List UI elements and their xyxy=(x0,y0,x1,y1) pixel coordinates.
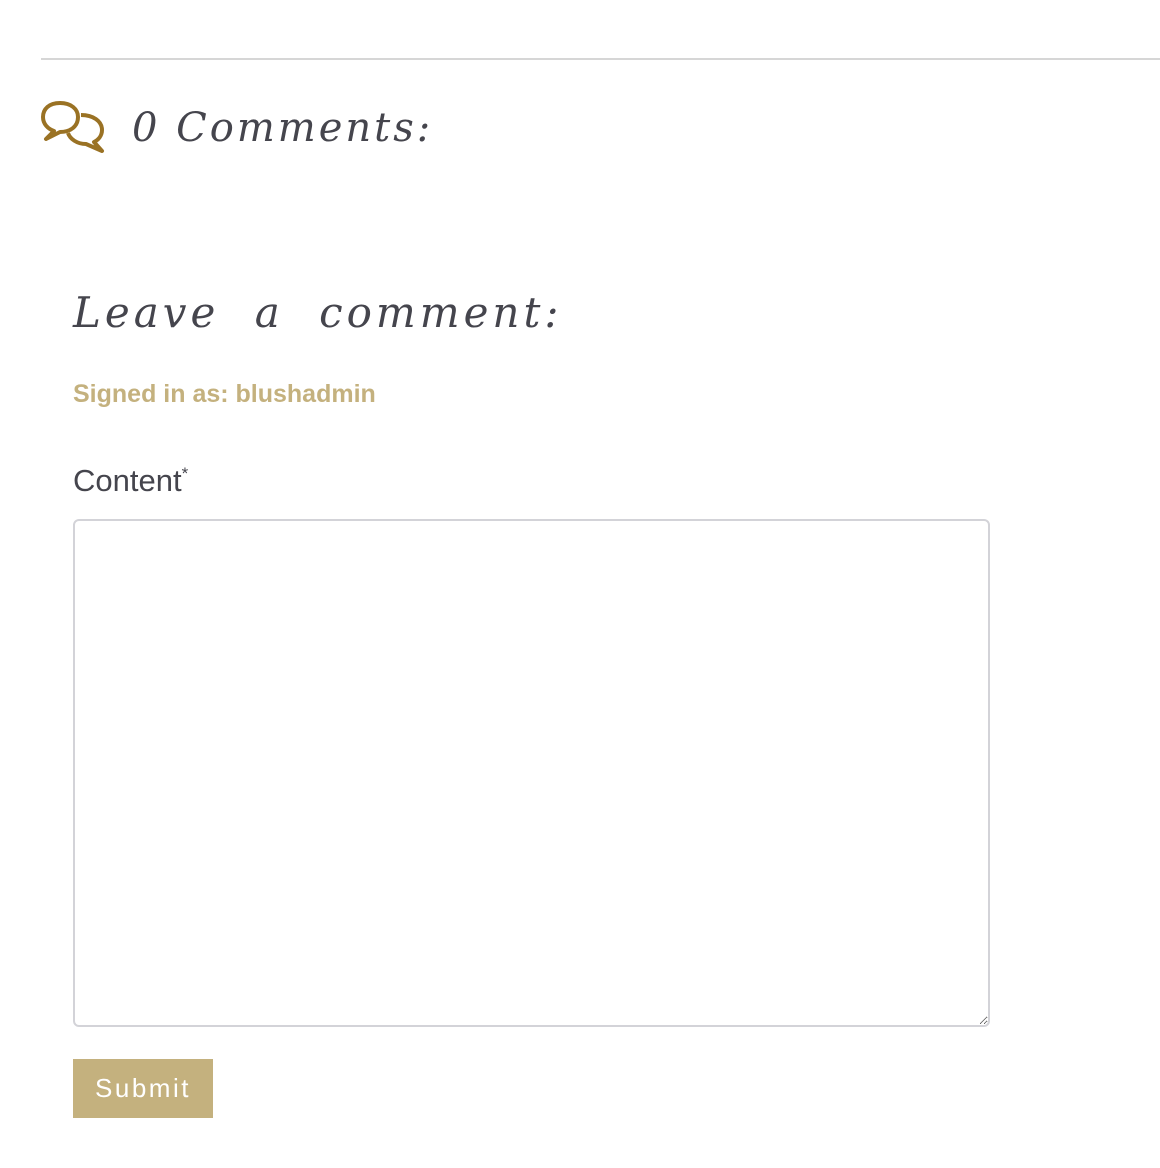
required-marker: * xyxy=(181,464,189,483)
signed-in-status: Signed in as: blushadmin xyxy=(73,380,376,408)
submit-button[interactable]: Submit xyxy=(73,1059,213,1118)
leave-comment-title: Leave a comment: xyxy=(73,288,563,337)
comments-count: 0 Comments: xyxy=(132,105,434,151)
speech-bubbles-icon xyxy=(41,101,104,153)
comments-header: 0 Comments: xyxy=(40,96,433,160)
content-label-text: Content xyxy=(73,463,182,498)
content-label: Content* xyxy=(73,462,188,499)
section-divider xyxy=(41,58,1160,60)
content-textarea[interactable] xyxy=(73,519,990,1027)
